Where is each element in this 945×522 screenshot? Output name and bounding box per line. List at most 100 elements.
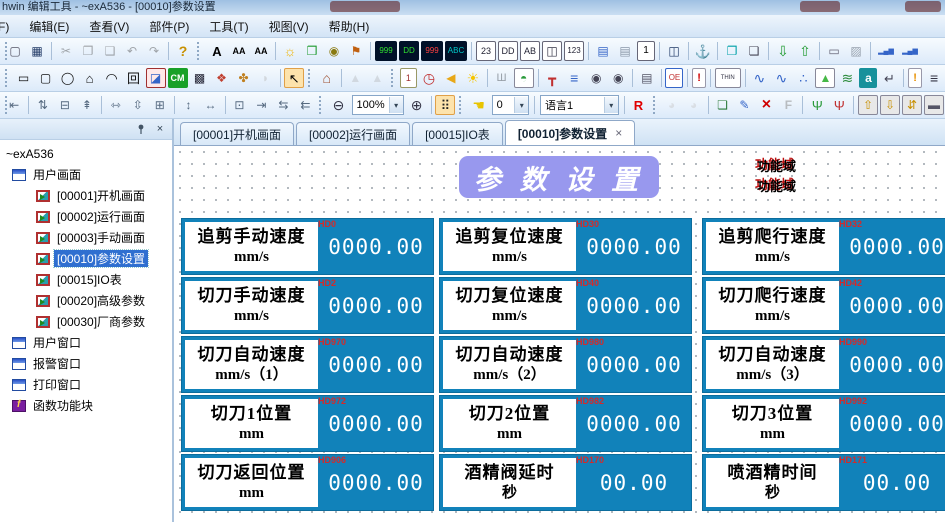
param-value-input[interactable]: 0000.00 (321, 219, 431, 274)
grid-toggle-icon[interactable]: ⠿ (435, 95, 455, 115)
same-height-icon[interactable]: ↕ (179, 95, 199, 115)
button-1-icon[interactable]: 1 (637, 41, 655, 61)
keyboard-icon[interactable]: ▤ (593, 41, 613, 61)
led-text-icon[interactable]: ABC (445, 41, 467, 61)
led-number-red-icon[interactable]: 999 (421, 41, 443, 61)
new-file-icon[interactable]: ▢ (5, 41, 25, 61)
undo-icon[interactable]: ↶ (122, 41, 142, 61)
ring-icon[interactable]: ◉ (324, 41, 344, 61)
numeric-box-icon[interactable]: 23 (476, 41, 496, 61)
tree-item-4[interactable]: [00010]参数设置 (0, 248, 172, 269)
new-macro-icon[interactable]: ❏ (712, 95, 732, 115)
eraser-tool-icon[interactable]: ◗ (256, 68, 276, 88)
tree-item-3[interactable]: [00003]手动画面 (0, 227, 172, 248)
tree-item-5[interactable]: [00015]IO表 (0, 269, 172, 290)
same-size-icon[interactable]: ⊞ (150, 95, 170, 115)
editor-canvas[interactable]: 参 数 设 置 功能域功能域功能域功能域追剪手动速度mm/sHD00000.00… (174, 146, 945, 522)
param-value-input[interactable]: 00.00 (579, 455, 689, 510)
mountain2-icon[interactable]: ▲ (367, 68, 387, 88)
state-circle2-icon[interactable]: ◕ (684, 95, 704, 115)
device-upload-icon[interactable]: ⇧ (858, 95, 878, 115)
arc-tool-icon[interactable]: ◠ (102, 68, 122, 88)
mountain-icon[interactable]: ▲ (345, 68, 365, 88)
align-bottom-icon[interactable]: ⇞ (77, 95, 97, 115)
window-controls[interactable] (905, 1, 941, 12)
trend-chart2-icon[interactable]: ∿ (771, 68, 791, 88)
hatch-rect-icon[interactable]: ▨ (846, 41, 866, 61)
menu-item-0[interactable]: 文件(F) (0, 16, 19, 37)
gauge-icon[interactable]: ◓ (514, 68, 534, 88)
switch-box-icon[interactable]: ◫ (542, 41, 562, 61)
param-value-input[interactable]: 00.00 (842, 455, 945, 510)
camera-icon[interactable]: ◉ (586, 68, 606, 88)
antenna-green-icon[interactable]: Ψ (807, 95, 827, 115)
copy-icon[interactable]: ❐ (78, 41, 98, 61)
param-value-input[interactable]: 0000.00 (579, 278, 689, 333)
flat-rect-icon[interactable]: ▭ (824, 41, 844, 61)
chevron-down-icon[interactable]: ▾ (389, 97, 403, 113)
device-sync-icon[interactable]: ⇵ (902, 95, 922, 115)
menu-item-6[interactable]: 帮助(H) (319, 16, 380, 37)
doc-lines-icon[interactable]: ≡ (924, 68, 944, 88)
function-area-label[interactable]: 功能域功能域 (757, 156, 796, 172)
tree-item-10[interactable]: 打印窗口 (0, 374, 172, 395)
space-across-icon[interactable]: ⇿ (106, 95, 126, 115)
f-gray-icon[interactable]: F (778, 95, 798, 115)
layer-select[interactable]: 0▾ (492, 95, 530, 115)
param-value-input[interactable]: 0000.00 (321, 396, 431, 451)
snap-right-icon[interactable]: ⇇ (295, 95, 315, 115)
sun-icon[interactable]: ☀ (463, 68, 483, 88)
tab-2[interactable]: [00015]IO表 (412, 122, 503, 145)
ellipse-tool-icon[interactable]: ◯ (58, 68, 78, 88)
tab-close-icon[interactable]: × (615, 126, 622, 140)
led-number-icon[interactable]: 999 (375, 41, 397, 61)
house-icon[interactable]: ⌂ (317, 68, 337, 88)
pin-icon[interactable] (133, 122, 149, 136)
tree-root[interactable]: ~exA536 (0, 143, 172, 164)
recipe-r-icon[interactable]: R (629, 95, 649, 115)
led-dd-icon[interactable]: DD (399, 41, 419, 61)
tree-item-1[interactable]: [00001]开机画面 (0, 185, 172, 206)
screen-title-box[interactable]: 参 数 设 置 (459, 156, 659, 198)
chevron-down-icon[interactable]: ▾ (514, 97, 528, 113)
return-arrow-icon[interactable]: ↵ (879, 68, 899, 88)
zoom-in-icon[interactable]: ⊕ (407, 95, 427, 115)
calendar-icon[interactable]: 1 (400, 68, 417, 88)
cut-icon[interactable]: ✂ (56, 41, 76, 61)
device-plain-icon[interactable]: ▬ (924, 95, 944, 115)
align-left-icon[interactable]: ⇤ (4, 95, 24, 115)
rect-tool-icon[interactable]: ▭ (14, 68, 34, 88)
frame-tool-icon[interactable]: 回 (124, 68, 144, 88)
report-alert-icon[interactable]: ! (692, 68, 706, 88)
snap-left-icon[interactable]: ⇆ (273, 95, 293, 115)
button-123-icon[interactable]: 123 (564, 41, 584, 61)
param-value-input[interactable]: 0000.00 (321, 278, 431, 333)
menu-item-3[interactable]: 部件(P) (139, 16, 199, 37)
touch-hand-icon[interactable]: ☚ (469, 95, 489, 115)
menu-item-4[interactable]: 工具(T) (199, 16, 258, 37)
param-value-input[interactable]: 0000.00 (842, 219, 945, 274)
a-teal-icon[interactable]: a (859, 68, 877, 88)
keyboard2-icon[interactable]: ▤ (615, 41, 635, 61)
tree-item-6[interactable]: [00020]高级参数 (0, 290, 172, 311)
printer-icon[interactable]: ▤ (637, 68, 657, 88)
edit-macro-icon[interactable]: ✎ (734, 95, 754, 115)
book-icon[interactable]: ❒ (302, 41, 322, 61)
palette-tool-icon[interactable]: ✤ (234, 68, 254, 88)
bar-chart-icon[interactable]: ▂▄▆ (875, 41, 897, 61)
center-horizontal-icon[interactable]: ⊟ (55, 95, 75, 115)
roundrect-tool-icon[interactable]: ▢ (36, 68, 56, 88)
clock-icon[interactable]: ◷ (419, 68, 439, 88)
panel-close-icon[interactable]: × (152, 122, 168, 136)
area-chart-icon[interactable]: ▲ (815, 68, 835, 88)
bulb-icon[interactable]: ☼ (280, 41, 300, 61)
trend-chart-icon[interactable]: ∿ (749, 68, 769, 88)
param-value-input[interactable]: 0000.00 (842, 278, 945, 333)
device-download-icon[interactable]: ⇩ (880, 95, 900, 115)
text-icon[interactable]: A (207, 41, 227, 61)
tab-3[interactable]: [00010]参数设置× (505, 120, 635, 145)
ship-icon[interactable]: ⚓ (693, 41, 713, 61)
zoom-out-icon[interactable]: ⊖ (329, 95, 349, 115)
select-cursor-icon[interactable]: ↖ (284, 68, 304, 88)
param-value-input[interactable]: 0000.00 (579, 219, 689, 274)
